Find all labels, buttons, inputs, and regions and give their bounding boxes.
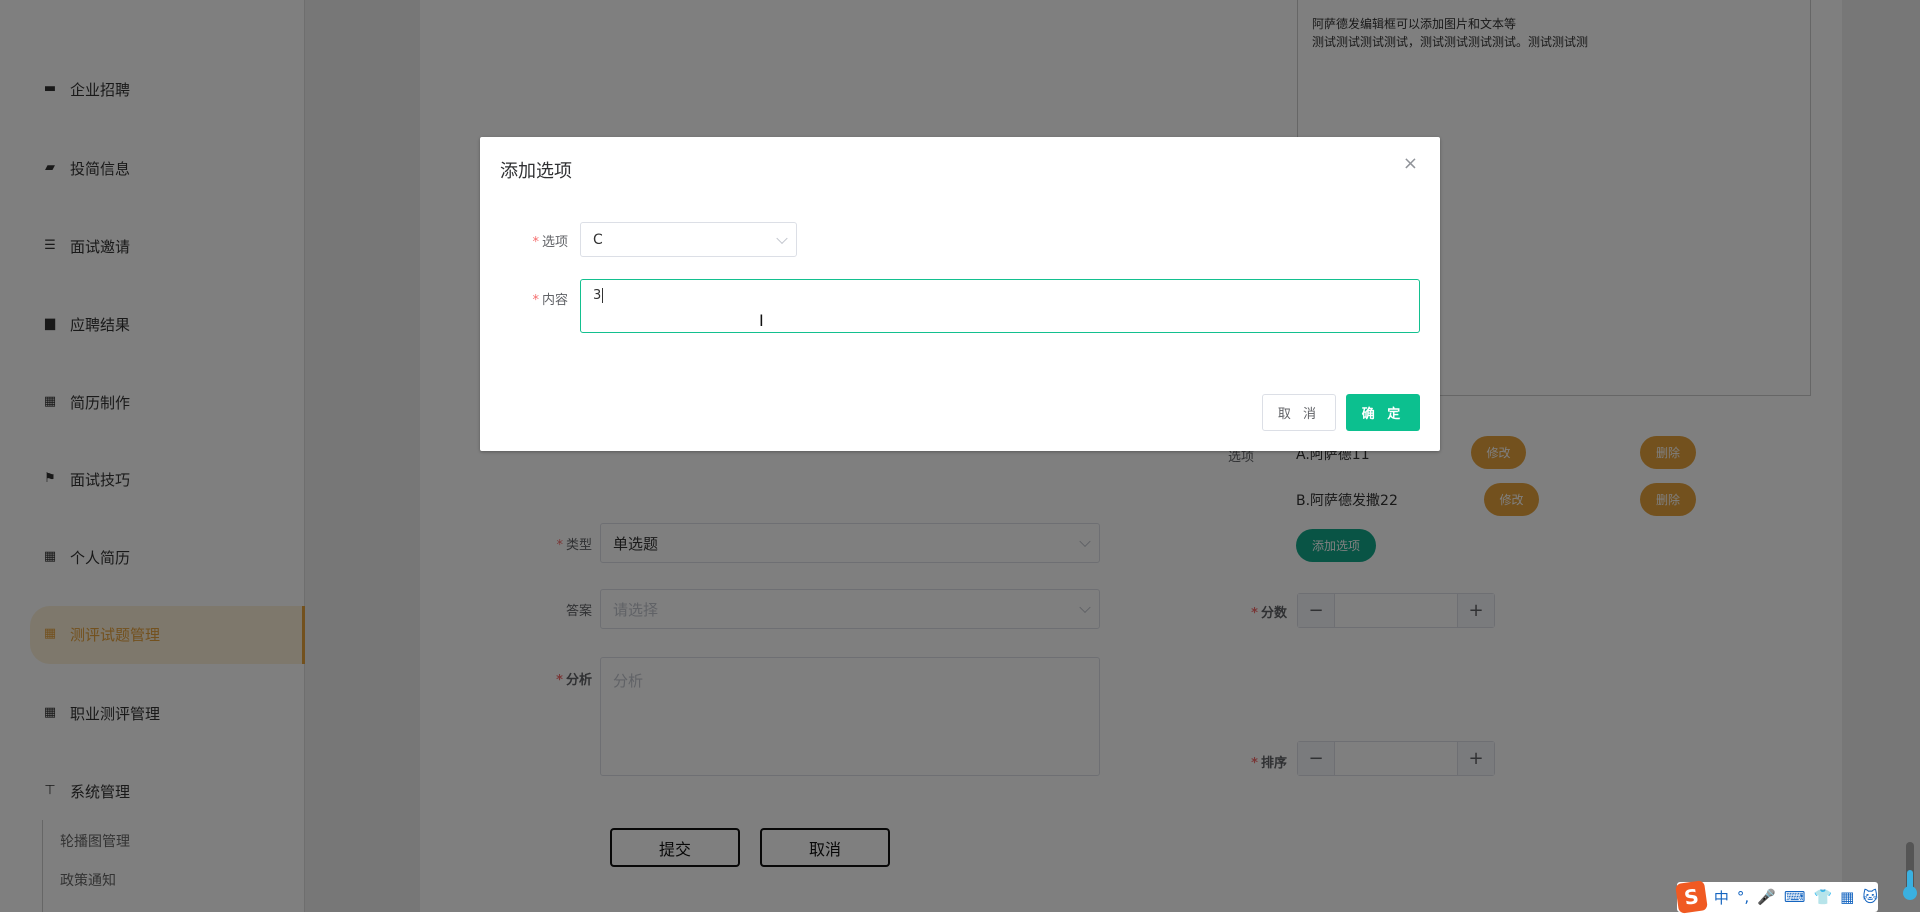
add-option-dialog: 添加选项 × * 选项 C * 内容 3 取 消 确 定 I <box>480 137 1440 451</box>
keyboard-icon[interactable]: ⌨ <box>1784 888 1806 906</box>
volume-slider[interactable] <box>1903 842 1917 900</box>
ime-toolbar[interactable]: S 中 °, 🎤 ⌨ 👕 ▦ 🐱 <box>1675 880 1878 914</box>
sogou-logo-icon[interactable]: S <box>1675 880 1708 914</box>
dialog-confirm-button[interactable]: 确 定 <box>1346 394 1420 431</box>
chinese-mode-icon[interactable]: 中 <box>1714 887 1729 908</box>
option-letter-select[interactable]: C <box>580 222 797 257</box>
mascot-icon[interactable]: 🐱 <box>1862 888 1878 906</box>
volume-knob[interactable] <box>1903 886 1917 900</box>
chevron-down-icon <box>776 232 788 244</box>
skin-icon[interactable]: 👕 <box>1813 888 1832 906</box>
text-cursor-icon: I <box>759 311 764 330</box>
dialog-title: 添加选项 <box>500 161 572 182</box>
content-textarea[interactable]: 3 <box>580 279 1420 333</box>
punctuation-icon[interactable]: °, <box>1737 888 1749 906</box>
content-label: * 内容 <box>532 293 568 308</box>
option-letter-label: * 选项 <box>532 235 568 250</box>
close-icon[interactable]: × <box>1403 153 1418 174</box>
dialog-cancel-button[interactable]: 取 消 <box>1262 394 1336 431</box>
apps-icon[interactable]: ▦ <box>1840 888 1854 906</box>
microphone-icon[interactable]: 🎤 <box>1757 888 1776 906</box>
text-caret <box>602 288 604 303</box>
